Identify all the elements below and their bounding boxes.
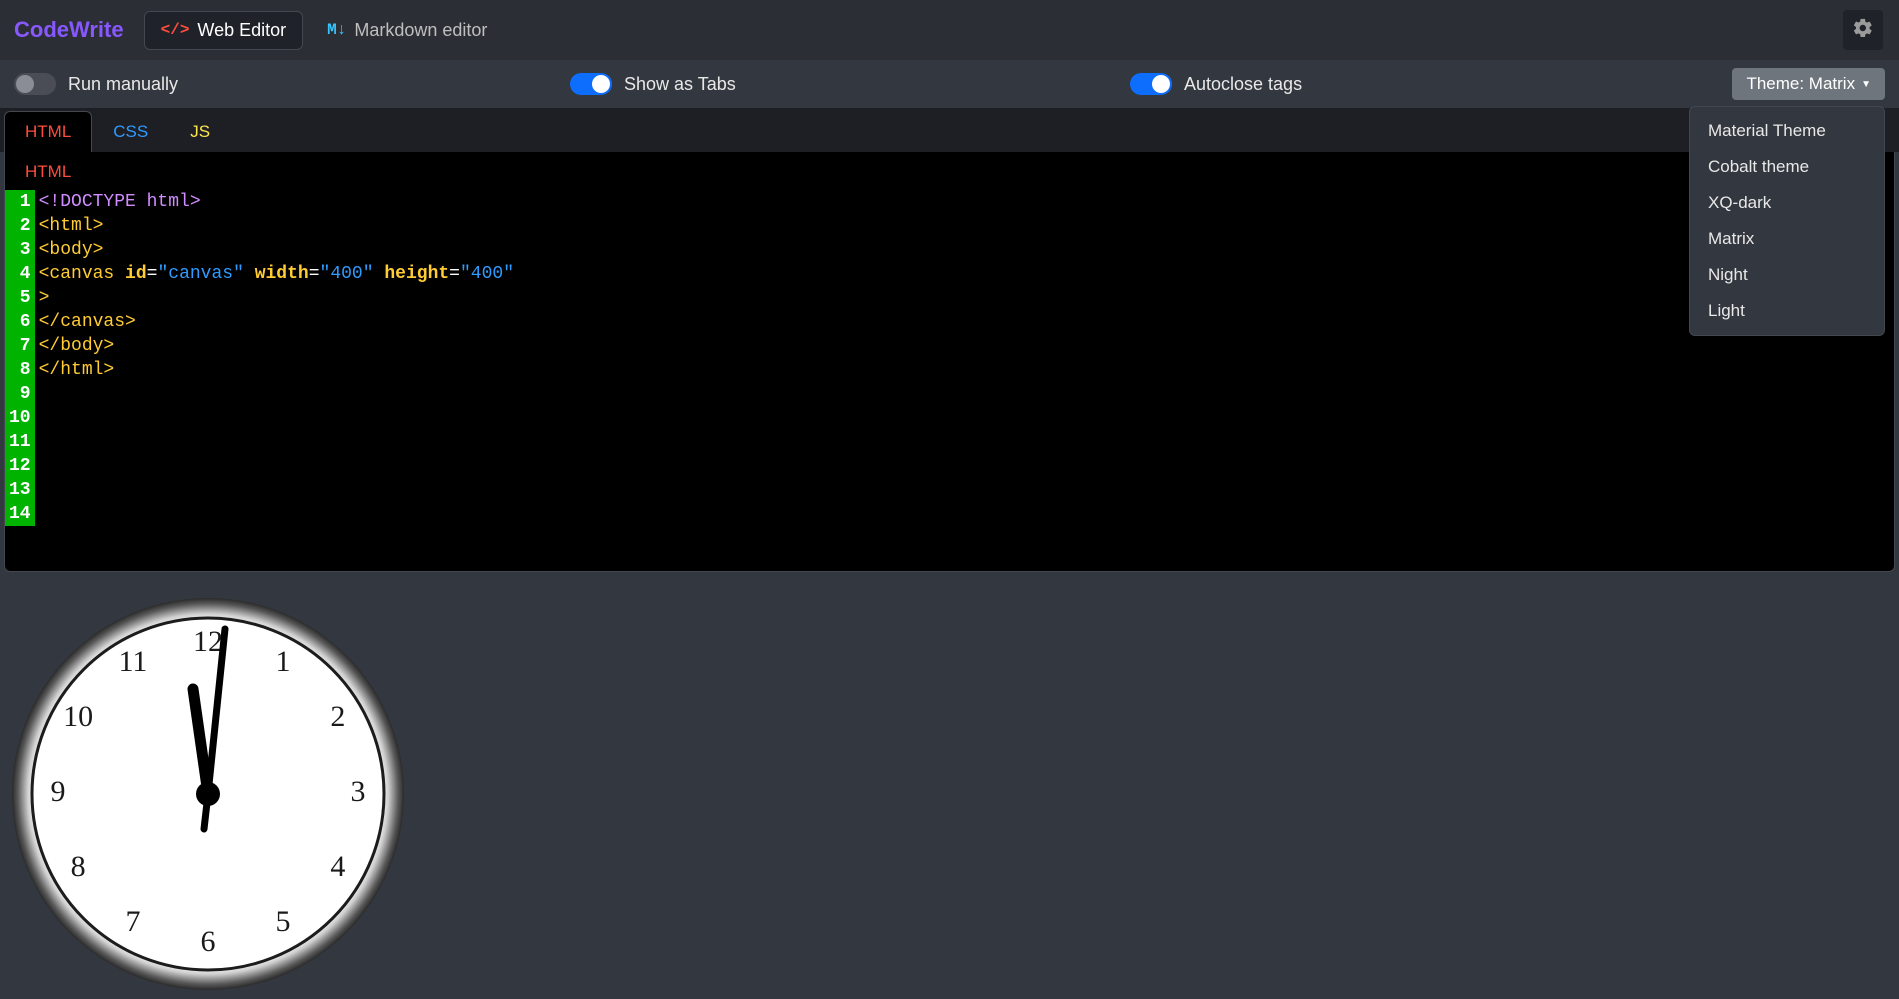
svg-text:1: 1 — [276, 645, 291, 678]
tab-web-editor[interactable]: </> Web Editor — [144, 11, 304, 50]
code-line — [39, 502, 514, 526]
svg-text:11: 11 — [119, 645, 148, 678]
code-line: </body> — [39, 334, 514, 358]
preview-pane: 121234567891011 — [0, 580, 1899, 994]
theme-option-matrix[interactable]: Matrix — [1690, 221, 1884, 257]
editor-tab-strip: HTML CSS JS — [0, 108, 1899, 152]
theme-option-material[interactable]: Material Theme — [1690, 113, 1884, 149]
code-area: 1234567891011121314 <!DOCTYPE html> <htm… — [5, 190, 1894, 526]
line-gutter: 1234567891011121314 — [5, 190, 35, 526]
opt-show-as-tabs-label: Show as Tabs — [624, 74, 736, 95]
theme-dropdown-menu: Material Theme Cobalt theme XQ-dark Matr… — [1689, 106, 1885, 336]
theme-dropdown-button[interactable]: Theme: Matrix ▼ — [1732, 68, 1885, 100]
svg-text:10: 10 — [63, 700, 93, 733]
code-line: </html> — [39, 358, 514, 382]
toggle-autoclose-tags[interactable] — [1130, 73, 1172, 95]
editor-tab-js[interactable]: JS — [169, 111, 231, 152]
code-line: <!DOCTYPE html> — [39, 190, 514, 214]
svg-text:8: 8 — [71, 850, 86, 883]
top-nav: CodeWrite </> Web Editor M↓ Markdown edi… — [0, 0, 1899, 60]
svg-text:9: 9 — [51, 775, 66, 808]
toggle-run-manually[interactable] — [14, 73, 56, 95]
clock-canvas: 121234567891011 — [8, 594, 408, 994]
code-line — [39, 406, 514, 430]
options-bar: Run manually Show as Tabs Autoclose tags… — [0, 60, 1899, 108]
markdown-icon: M↓ — [327, 21, 346, 39]
theme-dropdown-label: Theme: Matrix — [1746, 74, 1855, 94]
opt-show-as-tabs: Show as Tabs — [570, 73, 736, 95]
svg-text:5: 5 — [276, 905, 291, 938]
opt-autoclose-tags: Autoclose tags — [1130, 73, 1302, 95]
code-line: > — [39, 286, 514, 310]
editor-tab-html[interactable]: HTML — [4, 111, 92, 152]
tab-markdown-editor-label: Markdown editor — [354, 20, 487, 41]
caret-down-icon: ▼ — [1861, 79, 1871, 90]
tab-markdown-editor[interactable]: M↓ Markdown editor — [311, 12, 503, 49]
code-lines: <!DOCTYPE html> <html> <body> <canvas id… — [35, 190, 514, 526]
theme-option-xqdark[interactable]: XQ-dark — [1690, 185, 1884, 221]
svg-text:4: 4 — [330, 850, 345, 883]
code-line: </canvas> — [39, 310, 514, 334]
code-editor[interactable]: HTML 1234567891011121314 <!DOCTYPE html>… — [4, 152, 1895, 572]
theme-option-light[interactable]: Light — [1690, 293, 1884, 329]
code-line — [39, 478, 514, 502]
tab-web-editor-label: Web Editor — [197, 20, 286, 41]
brand-logo: CodeWrite — [10, 17, 136, 43]
toggle-show-as-tabs[interactable] — [570, 73, 612, 95]
svg-text:6: 6 — [201, 925, 216, 958]
opt-theme: Theme: Matrix ▼ — [1732, 68, 1885, 100]
settings-button[interactable] — [1843, 10, 1883, 50]
editor-tab-css[interactable]: CSS — [92, 111, 169, 152]
opt-run-manually-label: Run manually — [68, 74, 178, 95]
gear-icon — [1852, 17, 1874, 44]
code-line: <body> — [39, 238, 514, 262]
svg-text:7: 7 — [126, 905, 141, 938]
pane-label: HTML — [5, 152, 1894, 190]
svg-text:2: 2 — [330, 700, 345, 733]
code-line — [39, 430, 514, 454]
code-line — [39, 382, 514, 406]
theme-option-night[interactable]: Night — [1690, 257, 1884, 293]
code-line: <canvas id="canvas" width="400" height="… — [39, 262, 514, 286]
theme-option-cobalt[interactable]: Cobalt theme — [1690, 149, 1884, 185]
opt-autoclose-tags-label: Autoclose tags — [1184, 74, 1302, 95]
code-line — [39, 454, 514, 478]
code-line: <html> — [39, 214, 514, 238]
code-icon: </> — [161, 21, 190, 39]
svg-text:12: 12 — [193, 625, 223, 658]
opt-run-manually: Run manually — [14, 73, 178, 95]
svg-text:3: 3 — [351, 775, 366, 808]
